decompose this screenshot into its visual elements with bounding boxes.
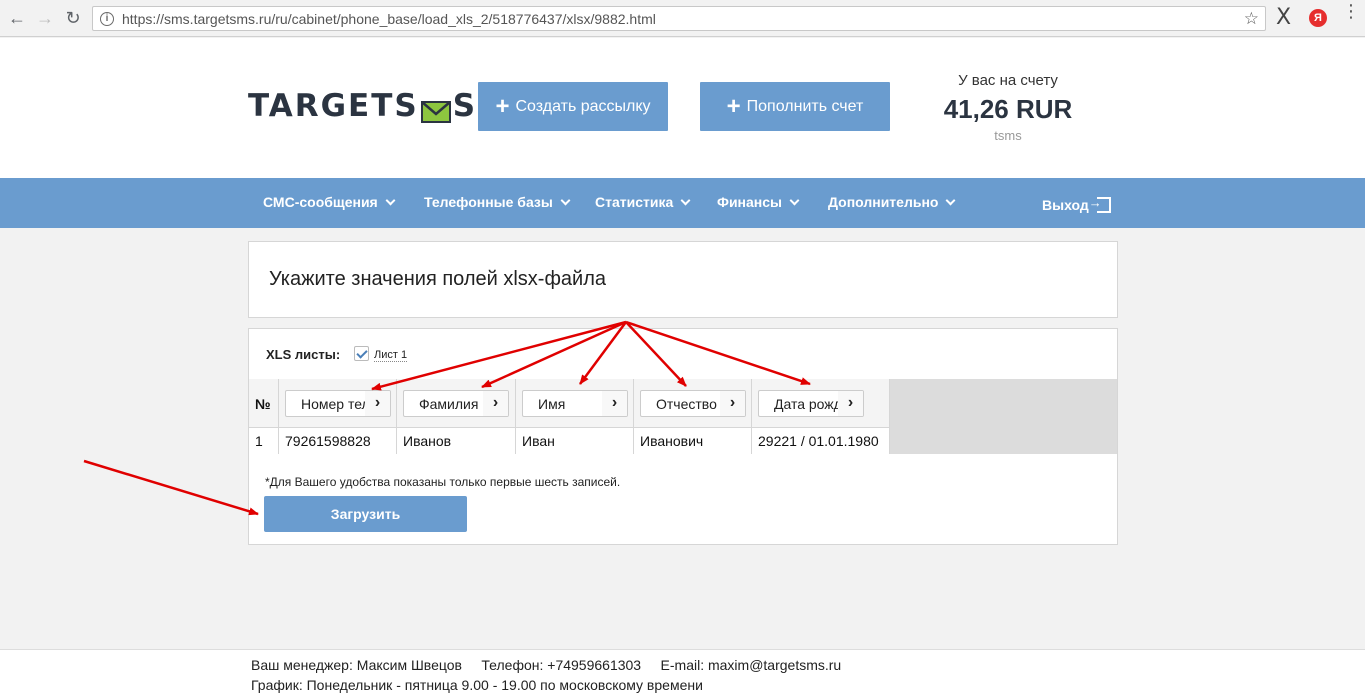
chevron-right-icon: › bbox=[483, 391, 508, 416]
sheet-name[interactable]: Лист 1 bbox=[374, 349, 408, 362]
column-select-phone[interactable]: Номер телефона › bbox=[285, 390, 391, 417]
column-header: Имя › bbox=[516, 379, 634, 428]
site-info-icon[interactable]: i bbox=[100, 12, 114, 26]
create-mailing-button[interactable]: + Создать рассылку bbox=[478, 82, 668, 131]
column-header: Отчество › bbox=[634, 379, 752, 428]
table-empty-area bbox=[890, 379, 1117, 454]
sheet-checkbox[interactable] bbox=[354, 346, 369, 361]
logo-text-right: S bbox=[452, 88, 478, 124]
chevron-down-icon bbox=[680, 195, 691, 206]
forward-icon[interactable]: → bbox=[35, 8, 55, 28]
chevron-right-icon: › bbox=[838, 391, 863, 416]
column-header: Дата рождения › bbox=[752, 379, 890, 428]
site-footer: Ваш менеджер: Максим Швецов Телефон: +74… bbox=[0, 649, 1365, 700]
table-cell: 79261598828 bbox=[279, 428, 397, 454]
chevron-down-icon bbox=[385, 195, 396, 206]
row-number-header: № bbox=[249, 379, 279, 428]
chevron-down-icon bbox=[946, 195, 956, 206]
create-mailing-label: Создать рассылку bbox=[515, 97, 651, 115]
chevron-down-icon bbox=[560, 195, 571, 206]
manager-contacts: Ваш менеджер: Максим Швецов Телефон: +74… bbox=[251, 657, 842, 673]
xls-sheets-label: XLS листы: bbox=[266, 347, 341, 362]
column-select-surname[interactable]: Фамилия › bbox=[403, 390, 509, 417]
logo-text-left: TARGETS bbox=[248, 88, 419, 124]
title-panel: Укажите значения полей xlsx-файла bbox=[248, 241, 1118, 318]
address-url[interactable]: https://sms.targetsms.ru/ru/cabinet/phon… bbox=[122, 11, 656, 27]
table-cell: 1 bbox=[249, 428, 279, 454]
balance-value: 41,26 RUR bbox=[943, 94, 1073, 124]
envelope-logo-icon bbox=[420, 95, 451, 123]
annotation-arrow bbox=[83, 459, 259, 516]
main-menu: СМС-сообщения Телефонные базы Статистика… bbox=[0, 178, 1365, 228]
back-icon[interactable]: ← bbox=[7, 8, 27, 28]
balance-label: У вас на счету bbox=[958, 72, 1058, 89]
targetsms-logo[interactable]: TARGETS S bbox=[248, 88, 478, 124]
upload-button[interactable]: Загрузить bbox=[264, 496, 467, 532]
menu-item-sms[interactable]: СМС-сообщения bbox=[263, 194, 396, 210]
menu-item-finance[interactable]: Финансы bbox=[717, 194, 800, 210]
balance-currency-note: tsms bbox=[994, 128, 1022, 143]
menu-item-phone-bases[interactable]: Телефонные базы bbox=[424, 194, 571, 210]
site-header: TARGETS S + Создать рассылку + Пополнить… bbox=[0, 38, 1365, 178]
column-header: Номер телефона › bbox=[279, 379, 397, 428]
logout-icon bbox=[1089, 195, 1111, 213]
topup-account-button[interactable]: + Пополнить счет bbox=[700, 82, 890, 131]
chevron-down-icon bbox=[789, 195, 800, 206]
table-cell: Иванов bbox=[397, 428, 516, 454]
preview-note: *Для Вашего удобства показаны только пер… bbox=[265, 475, 621, 489]
browser-toolbar: ← → ↻ i https://sms.targetsms.ru/ru/cabi… bbox=[0, 0, 1365, 37]
topup-account-label: Пополнить счет bbox=[746, 97, 864, 115]
logout-link[interactable]: Выход bbox=[1042, 194, 1111, 213]
working-hours: График: Понедельник - пятница 9.00 - 19.… bbox=[251, 677, 703, 693]
extension-x-icon[interactable]: X bbox=[1276, 5, 1291, 30]
chevron-right-icon: › bbox=[365, 391, 390, 416]
chevron-right-icon: › bbox=[720, 391, 745, 416]
import-panel: XLS листы: Лист 1 № Номер телефона › Фам… bbox=[248, 328, 1118, 545]
preview-table: № Номер телефона › Фамилия › Имя › Отчес… bbox=[249, 379, 1117, 454]
plus-icon: + bbox=[495, 92, 510, 120]
address-bar[interactable]: i https://sms.targetsms.ru/ru/cabinet/ph… bbox=[92, 6, 1266, 31]
table-cell: 29221 / 01.01.1980 bbox=[752, 428, 890, 454]
column-header: Фамилия › bbox=[397, 379, 516, 428]
table-cell: Иванович bbox=[634, 428, 752, 454]
yandex-extension-icon[interactable]: Я bbox=[1309, 9, 1327, 27]
column-select-name[interactable]: Имя › bbox=[522, 390, 628, 417]
page-title: Укажите значения полей xlsx-файла bbox=[269, 268, 607, 290]
bookmark-star-icon[interactable]: ☆ bbox=[1244, 9, 1259, 29]
reload-icon[interactable]: ↻ bbox=[63, 8, 83, 28]
table-cell: Иван bbox=[516, 428, 634, 454]
column-select-birthdate[interactable]: Дата рождения › bbox=[758, 390, 864, 417]
menu-item-additional[interactable]: Дополнительно bbox=[828, 194, 956, 210]
column-select-patronymic[interactable]: Отчество › bbox=[640, 390, 746, 417]
chevron-right-icon: › bbox=[602, 391, 627, 416]
browser-menu-icon[interactable]: ⋮ bbox=[1342, 2, 1360, 20]
menu-item-statistics[interactable]: Статистика bbox=[595, 194, 691, 210]
plus-icon: + bbox=[726, 92, 741, 120]
